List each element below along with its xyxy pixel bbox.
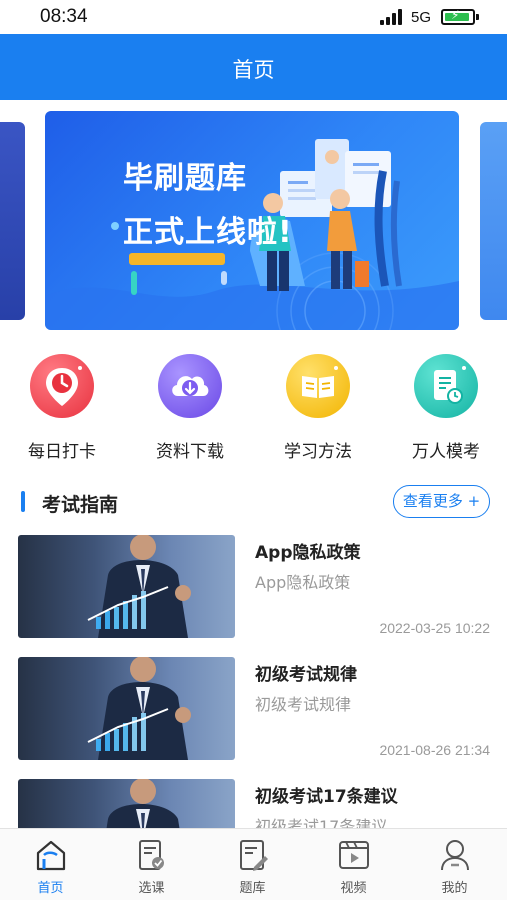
- quick-download[interactable]: 资料下载: [142, 351, 238, 465]
- signal-icon: [380, 9, 404, 25]
- banner-prev-slide[interactable]: [0, 122, 25, 320]
- profile-icon: [441, 840, 469, 871]
- view-more-button[interactable]: 查看更多 +: [393, 485, 490, 518]
- article-subtitle: App隐私政策: [255, 573, 351, 592]
- tab-label: 视频: [340, 881, 367, 896]
- exam-guide-header: 考试指南 查看更多 +: [0, 480, 507, 524]
- quick-label: 学习方法: [284, 442, 352, 462]
- article-subtitle: 初级考试规律: [255, 695, 352, 714]
- tab-label: 我的: [441, 881, 468, 896]
- tab-question-bank[interactable]: 题库: [202, 829, 303, 900]
- list-item[interactable]: 初级考试规律 初级考试规律 2021-08-26 21:34: [0, 652, 507, 762]
- bottom-tab-bar: 首页 选课 题库 视频 我的: [0, 828, 507, 900]
- cloud-download-icon: [158, 354, 222, 418]
- tab-video[interactable]: 视频: [303, 829, 404, 900]
- quick-daily-checkin[interactable]: 每日打卡: [14, 351, 110, 465]
- article-thumbnail: [18, 779, 235, 830]
- quick-mock-exam[interactable]: 万人模考: [398, 351, 494, 465]
- article-thumbnail: [18, 657, 235, 760]
- article-title: 初级考试17条建议: [255, 787, 398, 807]
- page-title: 首页: [232, 58, 275, 82]
- article-date: 2022-03-25 10:22: [379, 620, 490, 636]
- document-clock-icon: [414, 354, 478, 418]
- clock-pin-icon: [30, 354, 94, 418]
- tab-course-select[interactable]: 选课: [101, 829, 202, 900]
- article-list: App隐私政策 App隐私政策 2022-03-25 10:22 初级考试规律 …: [0, 530, 507, 830]
- home-icon: [36, 840, 66, 871]
- book-icon: [286, 354, 350, 418]
- battery-tip: [476, 14, 479, 20]
- quick-label: 万人模考: [412, 442, 480, 462]
- status-time: 08:34: [40, 6, 88, 27]
- list-item[interactable]: App隐私政策 App隐私政策 2022-03-25 10:22: [0, 530, 507, 640]
- quick-actions: 每日打卡 资料下载 学习方法 万人模考: [0, 345, 507, 465]
- video-icon: [339, 841, 369, 869]
- section-title: 考试指南: [42, 494, 119, 516]
- list-item[interactable]: 初级考试17条建议 初级考试17条建议: [0, 774, 507, 830]
- article-title: App隐私政策: [255, 543, 361, 563]
- tab-profile[interactable]: 我的: [404, 829, 505, 900]
- quick-label: 每日打卡: [28, 442, 96, 462]
- banner-slide[interactable]: 毕刷题库 正式上线啦!: [45, 111, 459, 330]
- question-bank-icon: [240, 840, 268, 871]
- banner-carousel[interactable]: 毕刷题库 正式上线啦!: [0, 100, 507, 345]
- course-select-icon: [139, 840, 164, 870]
- tab-label: 题库: [239, 881, 266, 896]
- banner-title-line2: 正式上线啦!: [123, 215, 293, 250]
- tab-label: 首页: [37, 881, 64, 896]
- quick-study-method[interactable]: 学习方法: [270, 351, 366, 465]
- network-label: 5G: [411, 9, 432, 26]
- quick-label: 资料下载: [156, 442, 224, 462]
- banner-title-line1: 毕刷题库: [123, 161, 247, 196]
- tab-label: 选课: [138, 881, 165, 896]
- tab-home[interactable]: 首页: [0, 829, 101, 900]
- section-accent-bar: [21, 491, 25, 512]
- article-date: 2021-08-26 21:34: [379, 742, 490, 758]
- status-bar: 08:34 5G ⚡: [0, 0, 507, 34]
- article-thumbnail: [18, 535, 235, 638]
- banner-next-slide[interactable]: [480, 122, 507, 320]
- battery-icon: ⚡: [441, 8, 475, 25]
- article-title: 初级考试规律: [255, 665, 357, 685]
- app-header: 首页: [0, 34, 507, 100]
